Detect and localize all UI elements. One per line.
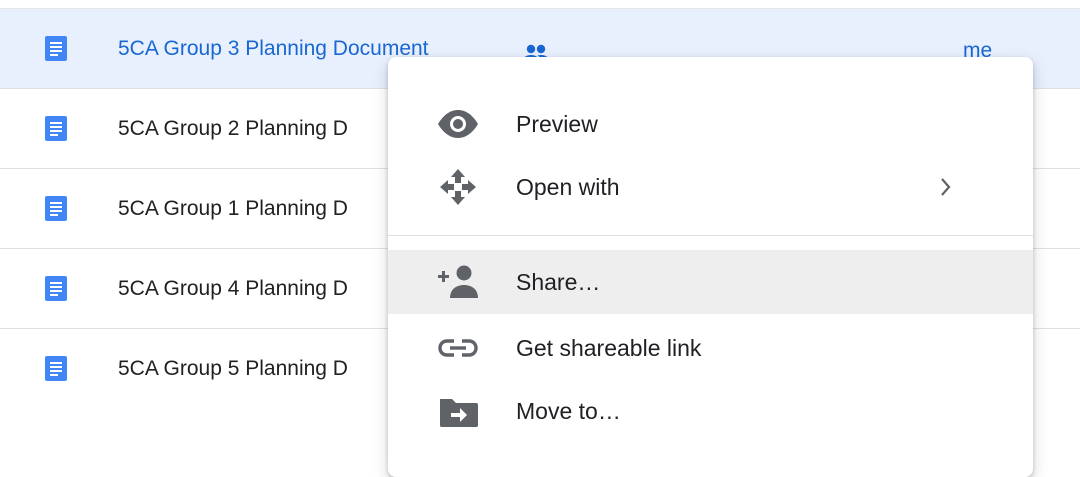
menu-item-label: Preview	[516, 111, 598, 137]
menu-item-label: Share…	[516, 269, 601, 295]
move-arrows-icon	[440, 169, 476, 205]
person-add-icon	[438, 265, 478, 298]
menu-item-label: Get shareable link	[516, 335, 702, 361]
menu-item-preview[interactable]: Preview	[388, 92, 1033, 156]
docs-icon	[45, 36, 67, 61]
file-name: 5CA Group 4 Planning D	[118, 277, 348, 300]
folder-move-icon	[440, 399, 478, 427]
file-name: 5CA Group 1 Planning D	[118, 197, 348, 220]
docs-icon	[45, 196, 67, 221]
file-name: 5CA Group 2 Planning D	[118, 117, 348, 140]
file-name: 5CA Group 5 Planning D	[118, 357, 348, 380]
file-name: 5CA Group 3 Planning Document	[118, 37, 429, 60]
docs-icon	[45, 356, 67, 381]
menu-item-get-link[interactable]: Get shareable link	[388, 316, 1033, 380]
menu-item-label: Move to…	[516, 398, 621, 424]
menu-item-share[interactable]: Share…	[388, 250, 1033, 314]
chevron-right-icon	[941, 178, 951, 196]
menu-divider	[388, 235, 1033, 236]
docs-icon	[45, 116, 67, 141]
menu-item-label: Open with	[516, 174, 620, 200]
context-menu: Preview Open with Share… Get shareable l…	[388, 57, 1033, 477]
eye-icon	[438, 110, 478, 138]
menu-item-move-to[interactable]: Move to…	[388, 379, 1033, 443]
menu-item-open-with[interactable]: Open with	[388, 155, 1033, 219]
link-icon	[438, 339, 478, 357]
docs-icon	[45, 276, 67, 301]
